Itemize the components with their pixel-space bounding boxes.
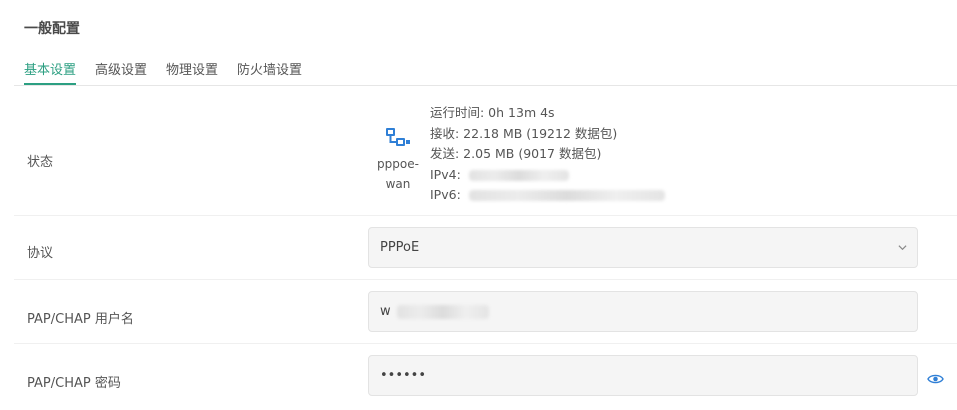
- tab-advanced-settings[interactable]: 高级设置: [95, 57, 147, 85]
- interface-badge: pppoe-wan: [374, 126, 422, 194]
- rx-text: 接收: 22.18 MB (19212 数据包): [430, 125, 618, 141]
- username-input[interactable]: w: [368, 291, 918, 332]
- username-label: PAP/CHAP 用户名: [27, 312, 134, 327]
- interface-name: pppoe-wan: [377, 157, 419, 191]
- protocol-select[interactable]: PPPoE: [368, 227, 918, 268]
- protocol-label: 协议: [27, 246, 54, 261]
- tab-physical-settings[interactable]: 物理设置: [166, 57, 218, 85]
- password-label: PAP/CHAP 密码: [27, 376, 121, 391]
- password-input[interactable]: ••••••: [368, 355, 918, 396]
- tab-firewall-settings[interactable]: 防火墙设置: [237, 57, 302, 85]
- tx-text: 发送: 2.05 MB (9017 数据包): [430, 146, 602, 161]
- tab-bar: 基本设置 高级设置 物理设置 防火墙设置: [14, 57, 957, 86]
- eye-icon[interactable]: [927, 373, 944, 385]
- status-label: 状态: [27, 155, 54, 170]
- chevron-down-icon: [898, 245, 907, 251]
- password-value: ••••••: [380, 368, 427, 383]
- status-details: 运行时间: 0h 13m 4s 接收: 22.18 MB (19212 数据包)…: [430, 103, 665, 206]
- ipv4-redacted: [468, 169, 569, 181]
- username-value: w: [380, 304, 391, 319]
- protocol-value: PPPoE: [380, 240, 420, 255]
- username-row: PAP/CHAP 用户名 w: [14, 280, 957, 344]
- interface-config-page: 一般配置 基本设置 高级设置 物理设置 防火墙设置 状态 pppoe-wan 运…: [0, 0, 957, 410]
- uptime-text: 运行时间: 0h 13m 4s: [430, 105, 555, 120]
- ipv6-redacted: [468, 190, 665, 201]
- username-redacted: [396, 304, 489, 319]
- status-row: 状态 pppoe-wan 运行时间: 0h 13m 4s 接收: 22.18 M…: [14, 86, 957, 216]
- password-row: PAP/CHAP 密码 ••••••: [14, 344, 957, 410]
- ipv4-label: IPv4:: [430, 166, 461, 182]
- ipv6-label: IPv6:: [430, 187, 461, 202]
- ipv6-line: IPv6:: [430, 185, 665, 206]
- network-interface-icon: [386, 128, 410, 146]
- tab-basic-settings[interactable]: 基本设置: [24, 57, 77, 85]
- ipv4-line: IPv4:: [430, 165, 665, 186]
- protocol-row: 协议 PPPoE: [14, 216, 957, 280]
- section-title: 一般配置: [24, 21, 80, 37]
